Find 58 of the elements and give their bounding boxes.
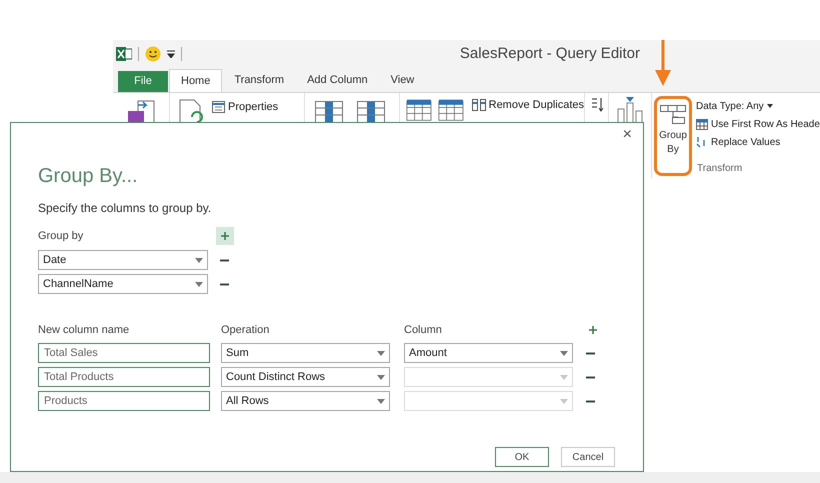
- operation-dropdown[interactable]: All Rows: [221, 391, 390, 411]
- dropdown-caret-icon: [377, 374, 385, 380]
- ok-button[interactable]: OK: [495, 447, 549, 467]
- dropdown-caret-icon: [377, 398, 385, 404]
- new-column-name-field[interactable]: Total Products: [38, 367, 210, 387]
- minus-icon: [586, 376, 594, 378]
- group-label: Transform: [697, 163, 742, 174]
- add-button[interactable]: [216, 227, 234, 245]
- column-header: New column name: [38, 322, 130, 338]
- dropdown-caret-icon: [560, 350, 568, 356]
- close-button[interactable]: ×: [620, 127, 634, 143]
- group-by-label: Group by: [38, 228, 84, 244]
- remove-duplicates-button[interactable]: Remove Duplicates: [488, 96, 584, 114]
- new-column-name-field[interactable]: Total Sales: [38, 343, 210, 363]
- replace-values-button[interactable]: Replace Values: [711, 134, 780, 150]
- column-dropdown[interactable]: Amount: [404, 343, 573, 363]
- smiley-icon: [145, 46, 161, 62]
- spreadsheet-logo-icon: [116, 46, 132, 62]
- minus-icon: [220, 282, 228, 286]
- dropdown-caret-icon: [195, 282, 203, 286]
- window-title: SalesReport - Query Editor: [460, 44, 640, 64]
- dropdown-caret-icon: [560, 374, 568, 380]
- operation-dropdown[interactable]: Sum: [221, 343, 390, 363]
- group-by-dropdown[interactable]: ChannelName: [38, 274, 208, 294]
- data-type-dropdown[interactable]: Data Type: Any: [696, 98, 764, 114]
- ribbon-tab[interactable]: Transform: [223, 69, 296, 92]
- group-by-button[interactable]: Group By: [654, 96, 692, 176]
- ribbon-tab[interactable]: View: [380, 69, 426, 92]
- plus-icon: [589, 326, 597, 334]
- dialog-subtitle: Specify the columns to group by.: [38, 200, 212, 217]
- ribbon-tab[interactable]: Add Column: [296, 69, 379, 92]
- caret-icon: [766, 104, 773, 108]
- table-header-icon: [696, 118, 708, 130]
- sort-ascending-icon[interactable]: [590, 97, 604, 113]
- properties-icon: [212, 101, 225, 113]
- column-header: Operation: [221, 322, 270, 338]
- remove-duplicates-icon: [472, 99, 486, 111]
- minus-icon: [586, 400, 594, 402]
- customize-menu-icon[interactable]: [167, 50, 175, 58]
- operation-dropdown[interactable]: Count Distinct Rows: [221, 367, 390, 387]
- dialog-title: Group By...: [38, 164, 139, 189]
- new-column-name-field[interactable]: Products: [38, 391, 210, 411]
- plus-icon: [221, 232, 229, 240]
- group-by-dropdown[interactable]: Date: [38, 250, 208, 270]
- use-first-row-button[interactable]: Use First Row As Heade: [711, 116, 820, 132]
- choose-columns-icon[interactable]: [315, 101, 343, 123]
- minus-icon: [220, 258, 228, 262]
- annotation-arrow: [654, 40, 672, 86]
- properties-button[interactable]: Properties: [228, 98, 278, 116]
- ribbon-tab[interactable]: Home: [169, 69, 222, 92]
- group-icon: [660, 105, 686, 125]
- minus-icon: [586, 352, 594, 354]
- file-tab[interactable]: File: [118, 71, 168, 92]
- cancel-button[interactable]: Cancel: [561, 447, 615, 467]
- dropdown-caret-icon: [377, 350, 385, 356]
- dropdown-caret-icon: [195, 258, 203, 262]
- dropdown-caret-icon: [560, 398, 568, 404]
- column-header: Column: [404, 322, 443, 338]
